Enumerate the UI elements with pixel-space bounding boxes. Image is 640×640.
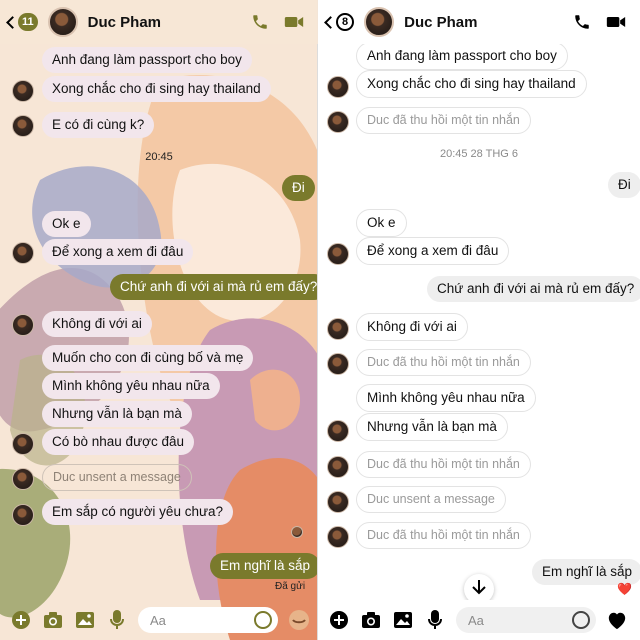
delivery-status: Đã gửi — [275, 581, 306, 592]
video-camera-icon[interactable] — [606, 12, 626, 32]
unsent-message-notice: Duc unsent a message — [356, 486, 506, 513]
camera-icon[interactable] — [42, 609, 64, 631]
message-timestamp: 20:45 28 THG 6 — [439, 148, 519, 160]
message-bubble[interactable]: E có đi cùng k? — [42, 112, 155, 138]
chat-header: 8 Duc Pham — [318, 0, 640, 44]
message-bubble-sent[interactable]: Em nghĩ là sắp — [210, 553, 318, 579]
message-input[interactable]: Aa — [456, 607, 596, 633]
sender-avatar — [12, 314, 34, 336]
contact-avatar[interactable] — [364, 7, 395, 37]
sender-avatar — [12, 115, 34, 137]
input-placeholder: Aa — [468, 612, 484, 628]
emoji-icon[interactable] — [254, 611, 272, 629]
sender-avatar — [327, 111, 349, 133]
sender-avatar — [327, 76, 349, 98]
phone-icon[interactable] — [250, 12, 270, 32]
video-camera-icon[interactable] — [284, 12, 304, 32]
unread-count-badge: 8 — [336, 13, 355, 31]
message-bubble[interactable]: Nhưng vẫn là bạn mà — [42, 401, 192, 427]
back-chevron-icon — [6, 15, 19, 29]
message-bubble-sent[interactable]: Chứ anh đi với ai mà rủ em đấy? — [110, 274, 318, 300]
message-bubble[interactable]: Có bò nhau được đâu — [42, 429, 194, 455]
sender-avatar — [12, 242, 34, 264]
composer-bar: Aa — [0, 600, 318, 640]
quick-reaction-icon[interactable] — [288, 609, 310, 631]
message-bubble-sent[interactable]: Chứ anh đi với ai mà rủ em đấy? — [427, 276, 640, 302]
gallery-icon[interactable] — [74, 609, 96, 631]
message-bubble[interactable]: Để xong a xem đi đâu — [356, 237, 510, 265]
message-input[interactable]: Aa — [138, 607, 278, 633]
unsent-message-notice: Duc đã thu hồi một tin nhắn — [356, 522, 531, 549]
microphone-icon[interactable] — [424, 609, 446, 631]
message-bubble[interactable]: Không đi với ai — [356, 313, 468, 341]
unread-count-badge: 11 — [18, 13, 38, 31]
composer-bar: Aa — [318, 600, 640, 640]
plus-icon[interactable] — [10, 609, 32, 631]
contact-avatar[interactable] — [47, 7, 78, 37]
unsent-message-notice: Duc đã thu hồi một tin nhắn — [356, 349, 531, 376]
sender-avatar — [327, 353, 349, 375]
message-bubble[interactable]: Để xong a xem đi đâu — [42, 239, 194, 265]
message-bubble[interactable]: Ok e — [42, 211, 91, 237]
message-bubble[interactable]: Xong chắc cho đi sing hay thailand — [356, 70, 587, 98]
sender-avatar — [327, 491, 349, 513]
message-bubble[interactable]: Anh đang làm passport cho boy — [42, 47, 252, 73]
message-bubble-sent[interactable]: Đi — [282, 175, 315, 201]
sender-avatar — [12, 80, 34, 102]
message-timestamp: 20:45 — [145, 151, 173, 163]
message-bubble[interactable]: Em sắp có người yêu chưa? — [42, 499, 234, 525]
input-placeholder: Aa — [150, 612, 166, 628]
message-bubble-sent[interactable]: Em nghĩ là sắp — [532, 559, 640, 585]
microphone-icon[interactable] — [106, 609, 128, 631]
unsent-message-notice: Duc đã thu hồi một tin nhắn — [356, 451, 531, 478]
message-bubble[interactable]: Mình không yêu nhau nữa — [356, 384, 536, 412]
unsent-message-notice: Duc đã thu hồi một tin nhắn — [356, 107, 531, 134]
message-bubble[interactable]: Xong chắc cho đi sing hay thailand — [42, 76, 271, 102]
message-bubble-sent[interactable]: Đi — [608, 172, 640, 198]
contact-name[interactable]: Duc Pham — [88, 14, 161, 31]
sender-avatar — [327, 526, 349, 548]
sender-avatar — [327, 243, 349, 265]
right-chat-screen: 8 Duc Pham Anh đang làm passport cho boy… — [318, 0, 640, 640]
sender-avatar — [327, 318, 349, 340]
message-bubble[interactable]: Nhưng vẫn là bạn mà — [356, 413, 508, 441]
chat-header: 11 Duc Pham — [0, 0, 318, 44]
left-chat-screen: 11 Duc Pham Anh đang làm passport cho bo… — [0, 0, 318, 640]
sender-avatar — [327, 456, 349, 478]
message-bubble[interactable]: Mình không yêu nhau nữa — [42, 373, 220, 399]
phone-icon[interactable] — [572, 12, 592, 32]
heart-icon[interactable] — [606, 609, 628, 631]
unsent-message-notice: Duc unsent a message — [42, 464, 192, 491]
plus-icon[interactable] — [328, 609, 350, 631]
message-bubble[interactable]: Anh đang làm passport cho boy — [356, 42, 568, 70]
back-button[interactable]: 11 — [6, 13, 38, 31]
gallery-icon[interactable] — [392, 609, 414, 631]
back-button[interactable]: 8 — [324, 13, 355, 31]
message-bubble[interactable]: Muốn cho con đi cùng bố và mẹ — [42, 345, 254, 371]
back-chevron-icon — [324, 15, 337, 29]
sender-avatar — [327, 420, 349, 442]
heart-reaction: ❤️ — [617, 582, 632, 596]
arrow-down-icon — [472, 579, 486, 600]
contact-name[interactable]: Duc Pham — [404, 14, 477, 31]
sender-avatar — [12, 504, 34, 526]
message-bubble[interactable]: Không đi với ai — [42, 311, 152, 337]
sender-avatar — [12, 433, 34, 455]
seen-receipt-avatar — [291, 526, 303, 538]
emoji-icon[interactable] — [572, 611, 590, 629]
camera-icon[interactable] — [360, 609, 382, 631]
sender-avatar — [12, 468, 34, 490]
message-bubble[interactable]: Ok e — [356, 209, 407, 237]
